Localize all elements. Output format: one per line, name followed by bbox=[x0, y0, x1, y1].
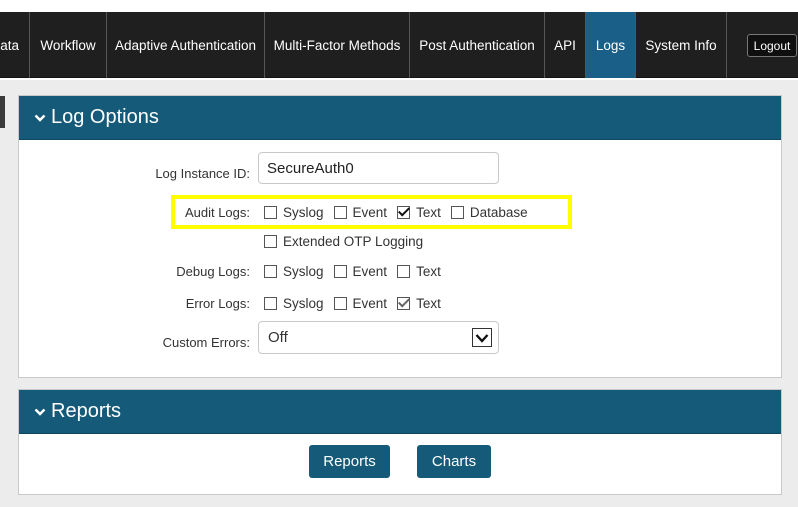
debug-text-label: Text bbox=[416, 263, 441, 279]
debug-event-label: Event bbox=[352, 263, 388, 279]
nav-item-multi-factor-methods[interactable]: Multi-Factor Methods bbox=[265, 12, 410, 78]
logout-button[interactable]: Logout bbox=[747, 34, 797, 57]
nav-item-workflow[interactable]: Workflow bbox=[30, 12, 107, 78]
audit-text-label: Text bbox=[416, 204, 441, 220]
nav-item-post-authentication[interactable]: Post Authentication bbox=[410, 12, 545, 78]
extended-otp-row: Extended OTP Logging bbox=[264, 232, 433, 250]
reports-button[interactable]: Reports bbox=[309, 445, 390, 478]
chevron-down-icon[interactable] bbox=[29, 96, 51, 140]
audit-event-label: Event bbox=[352, 204, 388, 220]
chevron-down-icon[interactable] bbox=[29, 390, 51, 434]
chevron-down-icon[interactable] bbox=[472, 328, 492, 347]
custom-errors-select[interactable]: Off bbox=[258, 321, 499, 354]
nav-item-api[interactable]: API bbox=[545, 12, 586, 78]
debug-text-checkbox[interactable] bbox=[397, 264, 411, 278]
custom-errors-value: Off bbox=[268, 329, 288, 346]
error-syslog-checkbox[interactable] bbox=[264, 296, 277, 310]
extended-otp-checkbox[interactable] bbox=[264, 234, 277, 248]
error-text-checkbox[interactable] bbox=[397, 296, 411, 310]
error-event-label: Event bbox=[352, 295, 388, 311]
debug-logs-label: Debug Logs: bbox=[176, 264, 250, 279]
debug-syslog-label: Syslog bbox=[283, 263, 324, 279]
audit-database-label: Database bbox=[469, 204, 528, 220]
custom-errors-label: Custom Errors: bbox=[162, 335, 250, 350]
charts-button[interactable]: Charts bbox=[417, 445, 491, 478]
log-options-header[interactable]: Log Options bbox=[19, 96, 781, 140]
debug-logs-options: Syslog Event Text bbox=[264, 262, 451, 280]
audit-syslog-label: Syslog bbox=[283, 204, 324, 220]
error-syslog-label: Syslog bbox=[283, 295, 324, 311]
nav-item-logs[interactable]: Logs bbox=[586, 12, 636, 78]
error-logs-options: Syslog Event Text bbox=[264, 294, 451, 312]
main-nav: Data Workflow Adaptive Authentication Mu… bbox=[0, 12, 798, 78]
reports-header[interactable]: Reports bbox=[19, 390, 781, 434]
panel-title: Reports bbox=[51, 400, 122, 422]
error-event-checkbox[interactable] bbox=[333, 296, 347, 310]
error-text-label: Text bbox=[416, 295, 441, 311]
nav-item-data[interactable]: Data bbox=[0, 12, 30, 78]
audit-logs-options: Syslog Event Text Database bbox=[264, 203, 538, 221]
reports-panel: Reports bbox=[18, 389, 782, 495]
audit-syslog-checkbox[interactable] bbox=[264, 205, 277, 219]
panel-title: Log Options bbox=[51, 106, 159, 128]
log-instance-id-input[interactable]: SecureAuth0 bbox=[258, 152, 499, 184]
error-logs-label: Error Logs: bbox=[185, 296, 250, 311]
audit-logs-label: Audit Logs: bbox=[184, 205, 250, 220]
extended-otp-label: Extended OTP Logging bbox=[283, 233, 424, 249]
nav-item-adaptive-authentication[interactable]: Adaptive Authentication bbox=[107, 12, 265, 78]
side-tab[interactable] bbox=[0, 96, 5, 128]
audit-event-checkbox[interactable] bbox=[333, 205, 347, 219]
audit-database-checkbox[interactable] bbox=[450, 205, 464, 219]
log-instance-id-label: Log Instance ID: bbox=[155, 166, 250, 181]
debug-syslog-checkbox[interactable] bbox=[264, 264, 277, 278]
audit-text-checkbox[interactable] bbox=[397, 205, 411, 219]
nav-item-system-info[interactable]: System Info bbox=[636, 12, 727, 78]
debug-event-checkbox[interactable] bbox=[333, 264, 347, 278]
